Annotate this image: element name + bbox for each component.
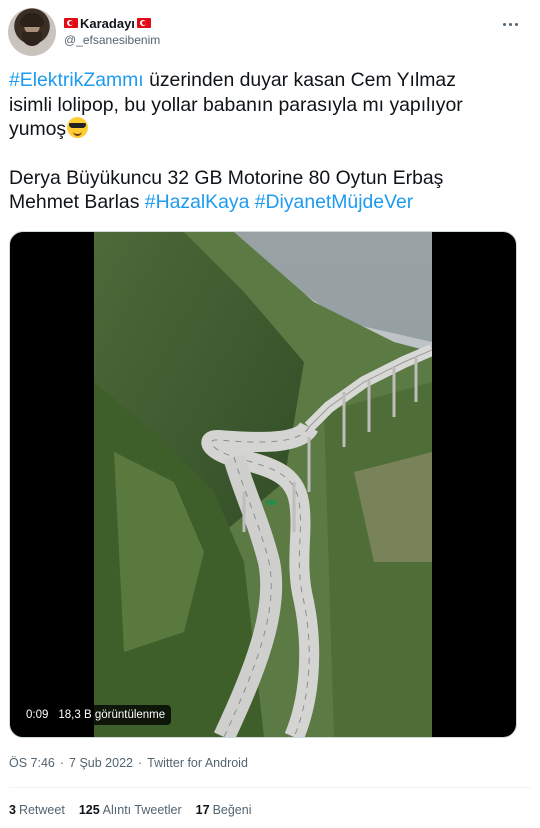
author-name-row[interactable]: Karadayı bbox=[64, 14, 151, 32]
tweet-source[interactable]: Twitter for Android bbox=[147, 756, 248, 770]
tweet-text-segment: yumoş bbox=[9, 118, 67, 140]
hashtag-link[interactable]: #ElektrikZammı bbox=[9, 69, 144, 91]
tweet-stats: 3 Retweet 125 Alıntı Tweetler 17 Beğeni bbox=[9, 803, 252, 817]
tweet-text-segment: Derya Büyükuncu 32 GB Motorine 80 Oytun … bbox=[9, 166, 444, 189]
tweet-text-segment: Mehmet Barlas bbox=[9, 191, 145, 213]
tweet-text-segment: üzerinden duyar kasan Cem Yılmaz bbox=[143, 69, 456, 91]
quotes-stat[interactable]: 125 Alıntı Tweetler bbox=[79, 803, 182, 817]
meta-separator: · bbox=[59, 756, 65, 770]
sunglasses-emoji-icon bbox=[67, 117, 89, 138]
tweet-date[interactable]: 7 Şub 2022 bbox=[69, 756, 133, 770]
author-name[interactable]: Karadayı bbox=[79, 16, 136, 31]
video-player[interactable]: 0:09 18,3 B görüntülenme bbox=[9, 231, 517, 738]
quotes-count: 125 bbox=[78, 803, 100, 817]
video-info-badge: 0:09 18,3 B görüntülenme bbox=[20, 705, 172, 725]
quotes-label: Alıntı Tweetler bbox=[102, 803, 182, 817]
retweets-stat[interactable]: 3 Retweet bbox=[9, 803, 65, 817]
retweets-label: Retweet bbox=[18, 803, 65, 817]
retweets-count: 3 bbox=[9, 803, 16, 817]
more-options-icon[interactable] bbox=[498, 14, 522, 34]
author-handle[interactable]: @_efsanesibenim bbox=[64, 33, 160, 47]
likes-stat[interactable]: 17 Beğeni bbox=[196, 803, 252, 817]
video-frame-highway bbox=[94, 232, 432, 737]
avatar[interactable] bbox=[8, 8, 56, 56]
video-duration: 0:09 bbox=[26, 709, 49, 721]
tweet-text: #ElektrikZammı üzerinden duyar kasan Cem… bbox=[9, 68, 519, 215]
tweet-header: Karadayı @_efsanesibenim bbox=[8, 8, 532, 58]
turkish-flag-icon bbox=[136, 18, 151, 28]
video-view-count: 18,3 B görüntülenme bbox=[58, 709, 166, 721]
hashtag-link[interactable]: #HazalKaya bbox=[145, 191, 250, 213]
tweet-time[interactable]: ÖS 7:46 bbox=[9, 756, 55, 770]
highway-scene-image bbox=[94, 232, 432, 737]
likes-count: 17 bbox=[195, 803, 210, 817]
turkish-flag-icon bbox=[64, 18, 78, 28]
tweet-meta: ÖS 7:46 · 7 Şub 2022 · Twitter for Andro… bbox=[9, 756, 248, 770]
hashtag-link[interactable]: #DiyanetMüjdeVer bbox=[255, 191, 413, 213]
divider bbox=[9, 787, 531, 788]
likes-label: Beğeni bbox=[212, 803, 252, 817]
tweet-text-segment: isimli lolipop, bu yollar babanın parası… bbox=[9, 93, 463, 116]
meta-separator: · bbox=[138, 756, 143, 770]
